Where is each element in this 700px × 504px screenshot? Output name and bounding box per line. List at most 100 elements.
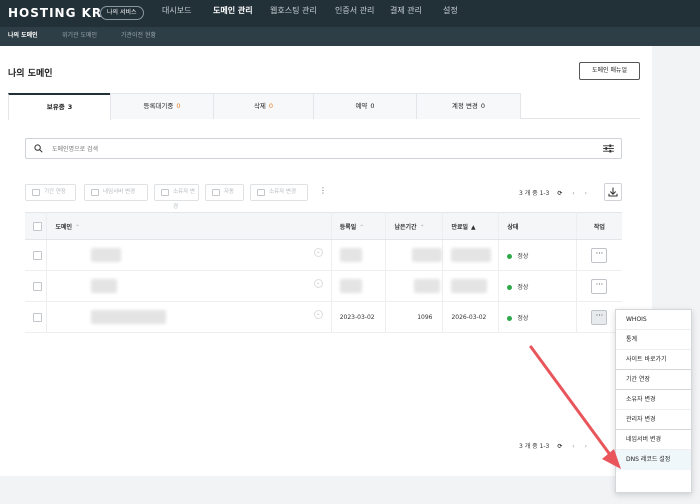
nameserver-change-button[interactable]: 네임서버 변경 — [84, 184, 148, 201]
owner-change-button[interactable]: 소유자 변경 — [154, 184, 199, 210]
pager-text: 3 개 중 1-3 — [519, 190, 550, 197]
tab-deleted[interactable]: 삭제 0 — [213, 93, 314, 119]
transfer-icon — [161, 189, 169, 196]
chevron-down-icon[interactable]: ⌄ — [313, 310, 323, 319]
col-label: 만료일 — [451, 223, 469, 231]
menu-item-whois[interactable]: WHOIS — [616, 310, 691, 330]
col-expires[interactable]: 만료일 ▲ — [442, 212, 500, 240]
status-dot — [507, 284, 513, 290]
registered-cell — [331, 239, 387, 271]
download-button[interactable] — [604, 183, 622, 201]
menu-item-owner-change[interactable]: 소유자 변경 — [616, 390, 691, 410]
service-badge[interactable]: 나의 서비스 — [100, 6, 144, 20]
calendar-icon — [32, 189, 40, 196]
menu-item-renew[interactable]: 기간 연장 — [616, 370, 691, 390]
nav-webhosting-management[interactable]: 웹호스팅 관리 — [270, 0, 317, 27]
domain-manual-button[interactable]: 도메인 매뉴얼 — [579, 62, 640, 80]
filter-icon[interactable] — [603, 144, 614, 153]
col-remaining[interactable]: 남은기간 ⌃ — [385, 212, 444, 240]
status-text: 정상 — [517, 283, 529, 291]
row-checkbox[interactable] — [33, 281, 42, 291]
redacted-remaining — [412, 248, 443, 262]
expires-value: 2026-03-02 — [451, 313, 487, 321]
col-label: 등록일 — [339, 223, 357, 231]
chevron-down-icon[interactable]: ⌄ — [313, 279, 323, 288]
refresh-icon[interactable]: ⟳ — [557, 190, 562, 197]
chevron-down-icon[interactable]: ⌄ — [313, 248, 323, 257]
top-navbar: HOSTING KR 나의 서비스 대시보드 도메인 관리 웹호스팅 관리 인증… — [0, 0, 700, 27]
redacted-remaining — [414, 279, 441, 293]
nav-certificate-management[interactable]: 인증서 관리 — [335, 0, 374, 27]
col-label: 상태 — [507, 223, 519, 231]
nav-payment-management[interactable]: 결제 관리 — [390, 0, 422, 27]
nav-domain-management[interactable]: 도메인 관리 — [213, 0, 253, 27]
tab-account-change[interactable]: 계정 변경 0 — [416, 93, 521, 119]
col-actions: 작업 — [576, 212, 622, 240]
row-checkbox[interactable] — [33, 312, 42, 322]
col-domain[interactable]: 도메인 ⌃ — [46, 212, 332, 240]
prev-page-icon[interactable]: ‹ — [572, 190, 574, 197]
select-all-cell — [25, 212, 48, 240]
next-page-icon[interactable]: › — [585, 190, 587, 197]
table-row: ⌄ 정상 ··· — [25, 239, 622, 271]
status-dot — [507, 315, 513, 321]
action-cell: ··· — [576, 270, 622, 302]
menu-item-dns-record-settings[interactable]: DNS 레코드 설정 — [616, 450, 691, 470]
tab-label: 보유중 — [46, 103, 65, 111]
holder-change-button[interactable]: 소유자 변경 — [250, 184, 308, 201]
tab-label: 계정 변경 — [451, 102, 478, 110]
registered-cell: 2023-03-02 — [331, 301, 387, 333]
subnav-transfer-status[interactable]: 기관이전 현황 — [121, 27, 156, 46]
remaining-cell — [385, 270, 444, 302]
table-header-row: 도메인 ⌃ 등록일 ⌃ 남은기간 ⌃ 만료일 ▲ 상태 작업 — [25, 212, 622, 240]
domain-cell: ⌄ — [46, 270, 332, 302]
redacted-date — [339, 248, 362, 262]
col-registered[interactable]: 등록일 ⌃ — [331, 212, 387, 240]
status-text: 정상 — [517, 314, 529, 322]
server-icon — [91, 189, 99, 196]
sort-asc-icon: ▲ — [471, 223, 476, 231]
menu-item-admin-change[interactable]: 관리자 변경 — [616, 410, 691, 430]
nav-dashboard[interactable]: 대시보드 — [162, 0, 191, 27]
auto-icon — [212, 189, 220, 196]
select-all-checkbox[interactable] — [33, 221, 42, 231]
remaining-cell: 1096 — [385, 301, 444, 333]
top-pager: 3 개 중 1-3 ⟳ ‹ › — [519, 188, 587, 197]
sort-icon: ⌃ — [359, 223, 365, 231]
user-icon — [257, 189, 265, 196]
status-cell: 정상 — [498, 301, 577, 333]
renew-button[interactable]: 기간 연장 — [25, 184, 76, 201]
toolbar-label: 네임서버 변경 — [103, 189, 136, 195]
page-title: 나의 도메인 — [8, 69, 53, 79]
bottom-pager: 3 개 중 1-3 ⟳ ‹ › — [519, 441, 587, 450]
menu-item-site-shortcut[interactable]: 사이트 바로가기 — [616, 350, 691, 370]
more-actions-button[interactable]: ··· — [591, 309, 608, 325]
refresh-icon[interactable]: ⟳ — [557, 443, 562, 450]
table-row: ⌄ 2023-03-02 1096 2026-03-02 정상 ··· — [25, 301, 622, 333]
subnav-transfer-domains[interactable]: 위기관 도메인 — [62, 27, 97, 46]
row-select-cell — [25, 270, 48, 302]
prev-page-icon[interactable]: ‹ — [572, 443, 574, 450]
logo[interactable]: HOSTING KR — [8, 6, 102, 20]
domain-table: 도메인 ⌃ 등록일 ⌃ 남은기간 ⌃ 만료일 ▲ 상태 작업 ⌄ 정상 ··· ⌄ 정상… — [25, 212, 622, 333]
nav-settings[interactable]: 설정 — [443, 0, 458, 27]
redacted-domain — [91, 248, 122, 262]
search-icon — [34, 144, 43, 153]
more-actions-button[interactable]: ··· — [591, 278, 608, 294]
tab-pending[interactable]: 등록대기중 0 — [110, 93, 214, 119]
menu-item-nameserver-change[interactable]: 네임서버 변경 — [616, 430, 691, 450]
status-cell: 정상 — [498, 270, 577, 302]
redacted-expiry — [451, 248, 492, 262]
search-input[interactable] — [52, 142, 552, 156]
more-options-icon[interactable]: ⋮ — [319, 186, 327, 195]
row-checkbox[interactable] — [33, 250, 42, 260]
menu-item-stats[interactable]: 통계 — [616, 330, 691, 350]
tab-holding[interactable]: 보유중 3 — [8, 93, 111, 120]
next-page-icon[interactable]: › — [585, 443, 587, 450]
more-actions-button[interactable]: ··· — [591, 247, 608, 263]
tab-reserved[interactable]: 예약 0 — [313, 93, 417, 119]
domain-cell: ⌄ — [46, 239, 332, 271]
subnav-my-domains[interactable]: 나의 도메인 — [8, 27, 38, 46]
col-label: 작업 — [593, 223, 605, 231]
auto-button[interactable]: 자동 — [205, 184, 244, 201]
